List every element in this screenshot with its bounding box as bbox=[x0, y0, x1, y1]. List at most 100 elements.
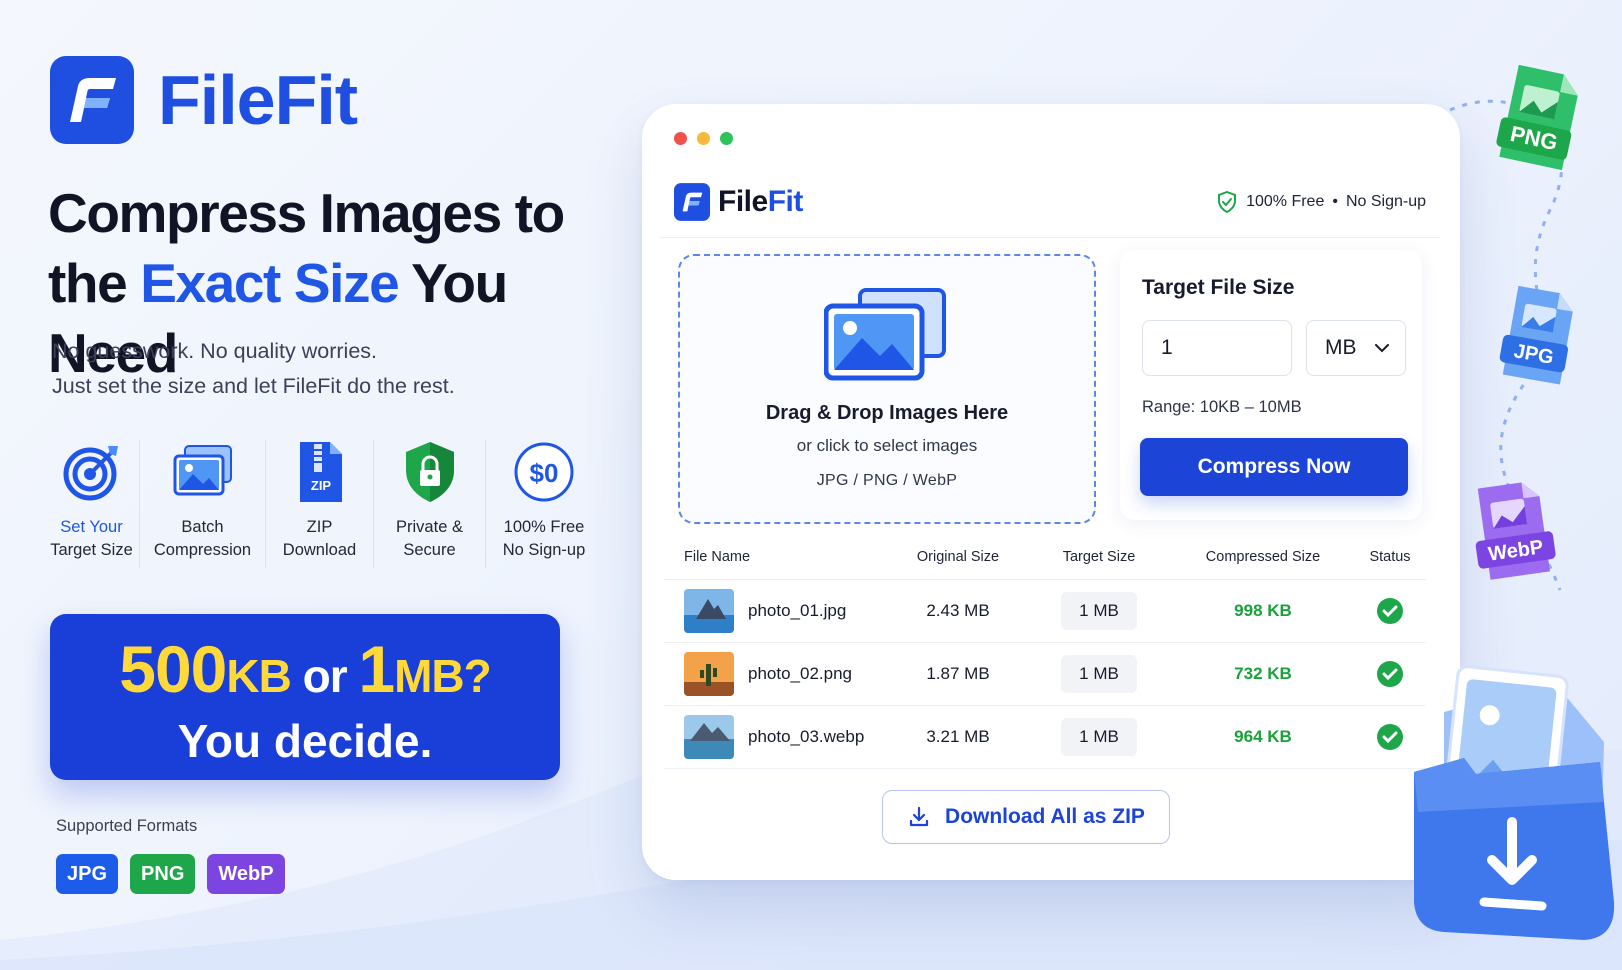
free-text: 100% Free bbox=[1246, 192, 1325, 210]
drop-types: JPG / PNG / WebP bbox=[816, 472, 958, 489]
feature-label-a: Batch bbox=[181, 518, 224, 536]
feature-secure: Private & Secure bbox=[374, 440, 486, 568]
target-size-cell: 1 MB bbox=[1026, 718, 1172, 756]
target-size-card: Target File Size MB Range: 10KB – 10MB C… bbox=[1120, 250, 1422, 520]
target-range: Range: 10KB – 10MB bbox=[1142, 398, 1302, 416]
feature-label: ZIP Download bbox=[283, 516, 356, 562]
promo-number-1: 500 bbox=[119, 632, 227, 706]
table-row[interactable]: photo_01.jpg 2.43 MB 1 MB 998 KB bbox=[664, 580, 1426, 643]
feature-label-a: ZIP bbox=[306, 518, 333, 536]
format-badge-webp: WebP bbox=[207, 854, 285, 894]
image-upload-icon bbox=[824, 288, 946, 381]
app-name: FileFit bbox=[718, 185, 803, 219]
minimize-dot[interactable] bbox=[697, 132, 710, 145]
target-size-cell: 1 MB bbox=[1026, 655, 1172, 693]
file-table: File Name Original Size Target Size Comp… bbox=[664, 534, 1426, 769]
feature-label: 100% Free No Sign-up bbox=[503, 516, 586, 562]
feature-free: $0 100% Free No Sign-up bbox=[486, 440, 602, 568]
image-thumbnail bbox=[684, 715, 734, 759]
target-size-input[interactable] bbox=[1142, 320, 1292, 376]
check-circle-icon bbox=[1377, 724, 1403, 750]
original-size: 3.21 MB bbox=[926, 727, 990, 746]
feature-label-b: Secure bbox=[403, 541, 456, 559]
free-note: 100% Free • No Sign-up bbox=[1217, 190, 1426, 213]
promo-line-2: You decide. bbox=[177, 715, 433, 767]
subtitle-line-1: No guesswork. No quality worries. bbox=[52, 339, 378, 363]
check-circle-icon bbox=[1377, 661, 1403, 687]
feature-list: Set Your Target Size Batch Compression ZIP… bbox=[44, 440, 602, 568]
formats-label: Supported Formats bbox=[56, 817, 198, 835]
feature-label: Batch Compression bbox=[154, 516, 251, 562]
file-name-cell: photo_02.png bbox=[664, 652, 890, 696]
promo-unit-1: KB bbox=[226, 650, 291, 702]
original-size: 1.87 MB bbox=[926, 664, 990, 683]
promo-number-2: 1 bbox=[358, 632, 395, 706]
feature-label: Private & Secure bbox=[396, 516, 463, 562]
feature-label-a: Set Your bbox=[60, 518, 123, 536]
format-badge-jpg: JPG bbox=[56, 854, 119, 894]
target-size-pill: 1 MB bbox=[1061, 655, 1137, 693]
promo-line-1: 500KB or 1MB? bbox=[50, 632, 560, 713]
filefit-logo-icon bbox=[50, 56, 134, 144]
table-header: File Name Original Size Target Size Comp… bbox=[664, 534, 1426, 580]
compressed-size: 998 KB bbox=[1234, 601, 1292, 620]
free-separator: • bbox=[1332, 192, 1338, 210]
file-name: photo_02.png bbox=[748, 664, 852, 683]
file-name-cell: photo_03.webp bbox=[664, 715, 890, 759]
promo-banner: 500KB or 1MB? You decide. bbox=[50, 614, 560, 780]
drop-zone[interactable]: Drag & Drop Images Here or click to sele… bbox=[678, 254, 1096, 524]
feature-batch: Batch Compression bbox=[140, 440, 266, 568]
target-size-pill: 1 MB bbox=[1061, 592, 1137, 630]
format-badges: JPG PNG WebP bbox=[56, 854, 285, 894]
header-compressed-size: Compressed Size bbox=[1205, 548, 1321, 565]
subtitle-line-2: Just set the size and let FileFit do the… bbox=[52, 374, 455, 398]
compress-now-button[interactable]: Compress Now bbox=[1140, 438, 1408, 496]
drop-subtitle: or click to select images bbox=[796, 436, 978, 455]
download-label: Download All as ZIP bbox=[945, 805, 1145, 828]
brand-name: FileFit bbox=[158, 61, 358, 139]
header-status: Status bbox=[1369, 548, 1411, 565]
compressed-size: 732 KB bbox=[1234, 664, 1292, 683]
feature-label-b: Compression bbox=[153, 541, 252, 559]
download-all-zip-button[interactable]: Download All as ZIP bbox=[882, 790, 1170, 844]
feature-label-a: 100% Free bbox=[503, 518, 585, 536]
close-dot[interactable] bbox=[674, 132, 687, 145]
maximize-dot[interactable] bbox=[720, 132, 733, 145]
promo-or: or bbox=[290, 650, 359, 702]
shield-lock-icon bbox=[405, 442, 454, 502]
webp-file-icon: WebP bbox=[1475, 482, 1556, 580]
header-file-name: File Name bbox=[684, 548, 751, 565]
zip-file-icon: ZIP bbox=[299, 442, 342, 502]
file-name: photo_03.webp bbox=[748, 727, 865, 746]
original-size: 2.43 MB bbox=[926, 601, 990, 620]
brand: FileFit bbox=[50, 56, 358, 144]
jpg-file-icon: JPG bbox=[1499, 285, 1573, 385]
unit-value: MB bbox=[1325, 336, 1357, 359]
header-original-size: Original Size bbox=[916, 548, 1000, 565]
feature-label: Set Your Target Size bbox=[50, 516, 133, 562]
unit-select[interactable]: MB bbox=[1306, 320, 1406, 376]
shield-check-icon bbox=[1218, 190, 1237, 213]
feature-target-size: Set Your Target Size bbox=[44, 440, 140, 568]
app-brand[interactable]: FileFit bbox=[674, 182, 803, 221]
target-icon bbox=[63, 446, 118, 501]
zip-icon-text: ZIP bbox=[310, 478, 331, 493]
headline-text: the bbox=[48, 252, 141, 314]
status-cell bbox=[1354, 597, 1426, 625]
window-controls bbox=[674, 132, 733, 145]
table-row[interactable]: photo_02.png 1.87 MB 1 MB 732 KB bbox=[664, 643, 1426, 706]
target-size-pill: 1 MB bbox=[1061, 718, 1137, 756]
chevron-down-icon bbox=[1375, 343, 1389, 352]
feature-label-b: Download bbox=[282, 541, 357, 559]
compressed-size: 964 KB bbox=[1234, 727, 1292, 746]
drop-title: Drag & Drop Images Here bbox=[765, 402, 1009, 424]
feature-label-a: Private & bbox=[396, 518, 463, 536]
check-circle-icon bbox=[1377, 598, 1403, 624]
table-row[interactable]: photo_03.webp 3.21 MB 1 MB 964 KB bbox=[664, 706, 1426, 769]
feature-label-b: Target Size bbox=[50, 541, 133, 559]
app-header: FileFit 100% Free • No Sign-up bbox=[660, 166, 1440, 238]
app-window: FileFit 100% Free • No Sign-up Drag & Dr… bbox=[642, 104, 1460, 880]
download-icon bbox=[909, 806, 929, 827]
image-thumbnail bbox=[684, 589, 734, 633]
format-badge-png: PNG bbox=[130, 854, 196, 894]
